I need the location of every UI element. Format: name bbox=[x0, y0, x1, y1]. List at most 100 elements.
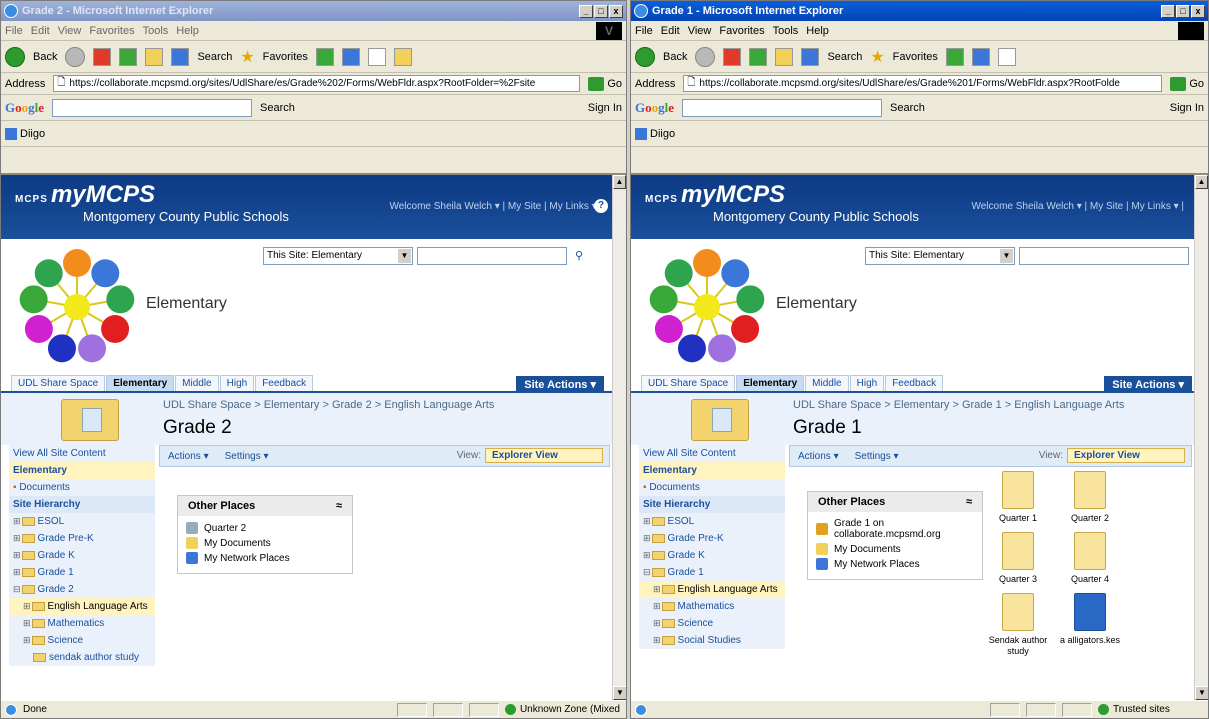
menu-file[interactable]: File bbox=[635, 25, 653, 37]
title-bar[interactable]: Grade 1 - Microsoft Internet Explorer _ □… bbox=[631, 1, 1208, 21]
tab-high[interactable]: High bbox=[219, 375, 255, 391]
sign-in-link[interactable]: Sign In bbox=[588, 102, 622, 114]
history-icon[interactable] bbox=[315, 47, 334, 66]
other-place-my-network-places[interactable]: My Network Places bbox=[186, 552, 344, 564]
breadcrumb[interactable]: UDL Share Space > Elementary > Grade 2 >… bbox=[163, 399, 494, 411]
google-search-button[interactable]: Search bbox=[260, 102, 295, 114]
menu-view[interactable]: View bbox=[58, 25, 82, 37]
collapse-icon[interactable]: ≈ bbox=[336, 500, 342, 512]
view-dropdown[interactable]: Explorer View bbox=[1067, 448, 1185, 463]
vertical-scrollbar[interactable]: ▲ ▼ bbox=[1194, 175, 1208, 700]
folder-quarter-1[interactable]: Quarter 1 bbox=[987, 471, 1049, 524]
back-icon[interactable] bbox=[635, 46, 655, 67]
nav-item-grade-pre-k[interactable]: ⊞ Grade Pre-K bbox=[639, 530, 785, 547]
collapse-icon[interactable]: ≈ bbox=[966, 496, 972, 508]
address-input[interactable]: 🗋 https://collaborate.mcpsmd.org/sites/Ud… bbox=[683, 75, 1163, 92]
nav-sub-sendak-author-study[interactable]: sendak author study bbox=[9, 649, 155, 666]
search-scope-select[interactable]: This Site: Elementary bbox=[263, 247, 413, 265]
nav-sub-mathematics[interactable]: ⊞ Mathematics bbox=[639, 598, 785, 615]
refresh-icon[interactable] bbox=[749, 47, 768, 66]
title-bar[interactable]: Grade 2 - Microsoft Internet Explorer _ □… bbox=[1, 1, 626, 21]
security-zone[interactable]: Unknown Zone (Mixed bbox=[504, 704, 626, 715]
folder-quarter-3[interactable]: Quarter 3 bbox=[987, 532, 1049, 585]
maximize-button[interactable]: □ bbox=[1176, 4, 1190, 18]
view-all-site-content-link[interactable]: View All Site Content bbox=[639, 445, 785, 462]
other-place-my-documents[interactable]: My Documents bbox=[816, 543, 974, 555]
top-links[interactable]: Welcome Sheila Welch ▾ | My Site | My Li… bbox=[971, 201, 1184, 212]
view-all-site-content-link[interactable]: View All Site Content bbox=[9, 445, 155, 462]
search-button[interactable]: Search bbox=[827, 51, 862, 63]
scroll-down-icon[interactable]: ▼ bbox=[613, 686, 626, 700]
tab-elementary[interactable]: Elementary bbox=[736, 375, 805, 391]
menu-edit[interactable]: Edit bbox=[31, 25, 50, 37]
actions-menu[interactable]: Actions ▾ bbox=[168, 451, 209, 462]
nav-sub-social-studies[interactable]: ⊞ Social Studies bbox=[639, 632, 785, 649]
minimize-button[interactable]: _ bbox=[579, 4, 593, 18]
nav-item-esol[interactable]: ⊞ ESOL bbox=[639, 513, 785, 530]
stop-icon[interactable] bbox=[93, 47, 112, 66]
view-dropdown[interactable]: Explorer View bbox=[485, 448, 603, 463]
menu-favorites[interactable]: Favorites bbox=[89, 25, 134, 37]
diigo-button[interactable]: Diigo bbox=[5, 127, 45, 140]
nav-sub-english-language-arts[interactable]: ⊞ English Language Arts bbox=[639, 581, 785, 598]
favorites-button[interactable]: Favorites bbox=[893, 51, 938, 63]
site-actions-menu[interactable]: Site Actions ▾ bbox=[1104, 376, 1192, 393]
stop-icon[interactable] bbox=[723, 47, 742, 66]
go-button[interactable]: Go bbox=[588, 76, 622, 91]
tab-middle[interactable]: Middle bbox=[175, 375, 219, 391]
google-search-input[interactable] bbox=[682, 98, 883, 117]
site-search-input[interactable] bbox=[417, 247, 567, 265]
print-icon[interactable] bbox=[367, 47, 386, 66]
nav-sub-english-language-arts[interactable]: ⊞ English Language Arts bbox=[9, 598, 155, 615]
search-go-icon[interactable]: ⚲ bbox=[571, 247, 587, 265]
menu-help[interactable]: Help bbox=[176, 25, 199, 37]
minimize-button[interactable]: _ bbox=[1161, 4, 1175, 18]
scroll-down-icon[interactable]: ▼ bbox=[1195, 686, 1208, 700]
home-icon[interactable] bbox=[145, 47, 164, 66]
actions-menu[interactable]: Actions ▾ bbox=[798, 451, 839, 462]
diigo-button[interactable]: Diigo bbox=[635, 127, 675, 140]
nav-elementary[interactable]: Elementary bbox=[639, 462, 785, 479]
other-place-quarter-2[interactable]: Quarter 2 bbox=[186, 522, 344, 534]
settings-menu[interactable]: Settings ▾ bbox=[855, 451, 899, 462]
close-button[interactable]: x bbox=[1191, 4, 1205, 18]
help-icon[interactable]: ? bbox=[594, 199, 608, 213]
menu-edit[interactable]: Edit bbox=[661, 25, 680, 37]
back-button[interactable]: Back bbox=[33, 51, 57, 63]
settings-menu[interactable]: Settings ▾ bbox=[225, 451, 269, 462]
folder-quarter-2[interactable]: Quarter 2 bbox=[1059, 471, 1121, 524]
menu-view[interactable]: View bbox=[688, 25, 712, 37]
forward-icon[interactable] bbox=[695, 46, 716, 67]
scroll-up-icon[interactable]: ▲ bbox=[613, 175, 626, 189]
nav-sub-science[interactable]: ⊞ Science bbox=[9, 632, 155, 649]
folder-sendak-author-study[interactable]: Sendak author study bbox=[987, 593, 1049, 657]
tab-udl-share-space[interactable]: UDL Share Space bbox=[11, 375, 106, 391]
menu-help[interactable]: Help bbox=[806, 25, 829, 37]
menu-tools[interactable]: Tools bbox=[143, 25, 169, 37]
file-alligators-kes[interactable]: a alligators.kes bbox=[1059, 593, 1121, 657]
mymcps-logo[interactable]: MCPS myMCPS bbox=[15, 181, 155, 209]
tab-elementary[interactable]: Elementary bbox=[106, 375, 175, 391]
nav-item-grade-k[interactable]: ⊞ Grade K bbox=[639, 547, 785, 564]
folder-quarter-4[interactable]: Quarter 4 bbox=[1059, 532, 1121, 585]
nav-documents[interactable]: Documents bbox=[639, 479, 785, 496]
close-button[interactable]: x bbox=[609, 4, 623, 18]
other-place-my-documents[interactable]: My Documents bbox=[186, 537, 344, 549]
google-search-button[interactable]: Search bbox=[890, 102, 925, 114]
back-button[interactable]: Back bbox=[663, 51, 687, 63]
mail-icon[interactable] bbox=[341, 47, 360, 66]
nav-item-grade-2[interactable]: ⊟ Grade 2 bbox=[9, 581, 155, 598]
tab-feedback[interactable]: Feedback bbox=[255, 375, 314, 391]
favorites-button[interactable]: Favorites bbox=[263, 51, 308, 63]
back-icon[interactable] bbox=[5, 46, 25, 67]
go-button[interactable]: Go bbox=[1170, 76, 1204, 91]
folder-icon[interactable] bbox=[393, 47, 412, 66]
tab-high[interactable]: High bbox=[849, 375, 885, 391]
site-actions-menu[interactable]: Site Actions ▾ bbox=[516, 376, 604, 393]
nav-sub-science[interactable]: ⊞ Science bbox=[639, 615, 785, 632]
history-icon[interactable] bbox=[945, 47, 964, 66]
other-place-grade-1[interactable]: Grade 1 on collaborate.mcpsmd.org bbox=[816, 518, 974, 540]
mymcps-logo[interactable]: MCPS myMCPS bbox=[645, 181, 785, 209]
address-input[interactable]: 🗋 https://collaborate.mcpsmd.org/sites/Ud… bbox=[53, 75, 581, 92]
mail-icon[interactable] bbox=[971, 47, 990, 66]
